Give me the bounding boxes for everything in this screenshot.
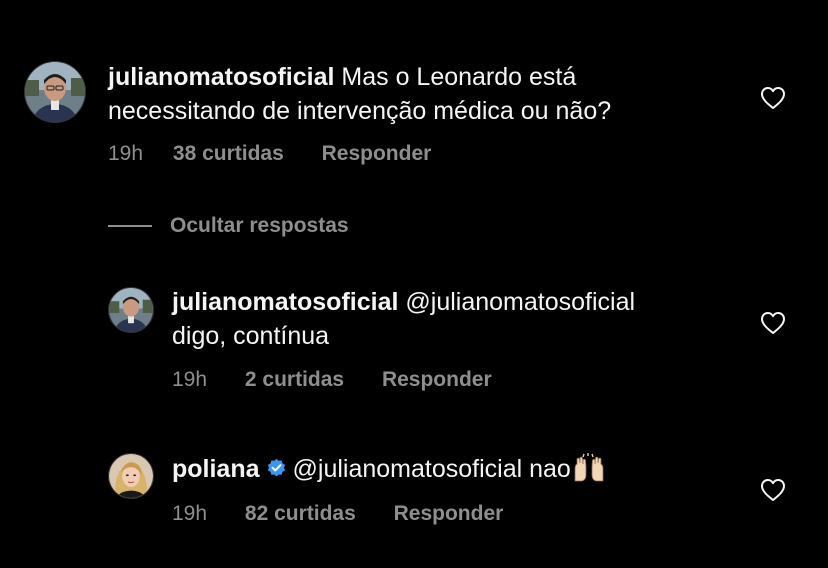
reply-button[interactable]: Responder xyxy=(322,142,432,166)
reply-likes-link[interactable]: 2 curtidas xyxy=(245,368,344,392)
raising-hands-emoji xyxy=(574,453,604,482)
avatar[interactable] xyxy=(108,287,154,333)
top-more-icon xyxy=(210,0,250,4)
reply-username[interactable]: poliana xyxy=(172,455,260,483)
reply-username[interactable]: julianomatosoficial xyxy=(172,288,398,316)
reply-mention[interactable]: @julianomatosoficial xyxy=(405,288,635,316)
heart-outline-icon[interactable] xyxy=(760,478,786,502)
heart-outline-icon[interactable] xyxy=(760,86,786,110)
comment-text-line2: necessitando de intervenção médica ou nã… xyxy=(108,97,612,125)
hide-replies-button[interactable]: Ocultar respostas xyxy=(108,214,349,238)
reply-time: 19h xyxy=(172,502,208,525)
avatar[interactable] xyxy=(108,453,154,499)
comment-likes-link[interactable]: 38 curtidas xyxy=(173,142,284,166)
reply-likes-link[interactable]: 82 curtidas xyxy=(245,502,356,526)
avatar[interactable] xyxy=(24,61,86,123)
comment-time: 19h xyxy=(108,142,144,165)
heart-outline-icon[interactable] xyxy=(760,311,786,335)
reply-text: digo, contínua xyxy=(172,322,330,350)
reply-button[interactable]: Responder xyxy=(394,502,504,526)
verified-badge-icon xyxy=(267,458,285,477)
reply-time: 19h xyxy=(172,368,208,391)
reply-text: @julianomatosoficial nao xyxy=(292,455,571,483)
reply-button[interactable]: Responder xyxy=(382,368,492,392)
comment-username[interactable]: julianomatosoficial xyxy=(108,63,334,91)
divider xyxy=(108,225,152,227)
comment-text: Mas o Leonardo está xyxy=(341,63,577,91)
hide-replies-label: Ocultar respostas xyxy=(170,214,349,237)
